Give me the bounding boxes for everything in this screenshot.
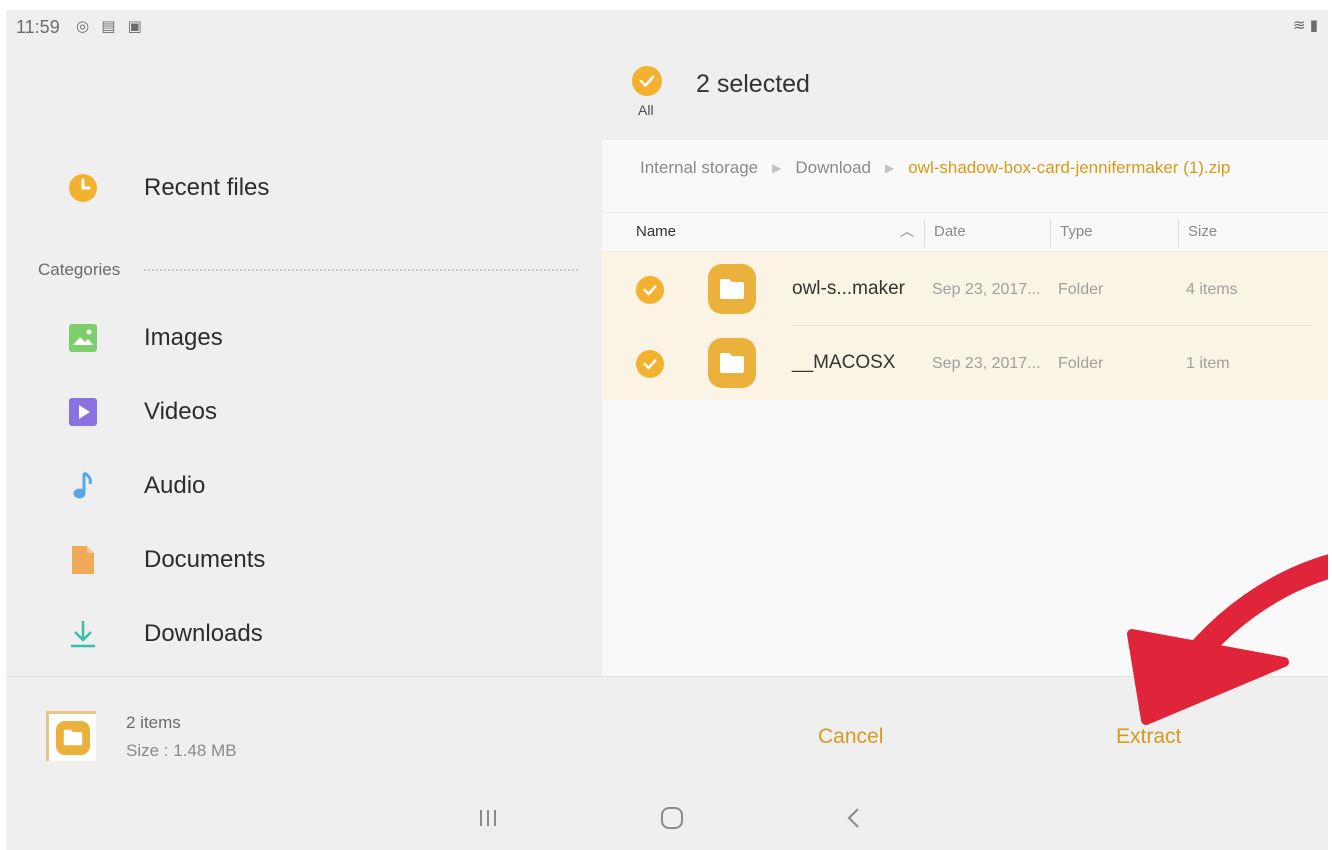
file-date: Sep 23, 2017... [932, 281, 1041, 298]
column-type[interactable]: Type [1060, 223, 1093, 240]
column-divider [924, 219, 925, 247]
file-size: 1 item [1186, 355, 1230, 372]
status-bar: 11:59 ◎ ▤ ▣ ≋ ▮ [6, 10, 1328, 46]
select-all-label: All [638, 102, 654, 118]
file-date: Sep 23, 2017... [932, 355, 1041, 372]
file-row[interactable]: owl-s...maker Sep 23, 2017... Folder 4 i… [602, 252, 1328, 326]
checkmark-icon [639, 75, 655, 87]
checkmark-icon [643, 285, 657, 296]
download-icon [68, 619, 98, 649]
selection-header: All 2 selected [602, 46, 1328, 140]
sidebar-item-audio[interactable]: Audio [6, 456, 602, 516]
categories-header: Categories [38, 258, 578, 282]
dotted-divider [144, 269, 578, 271]
document-icon [68, 545, 98, 575]
sidebar-item-downloads[interactable]: Downloads [6, 604, 602, 664]
sidebar-item-label: Downloads [144, 620, 263, 647]
breadcrumb-separator-icon: ▶ [884, 161, 895, 175]
breadcrumb: Internal storage ▶ Download ▶ owl-shadow… [640, 158, 1230, 178]
column-date[interactable]: Date [934, 223, 966, 240]
row-checkbox[interactable] [636, 276, 664, 304]
items-size: Size : 1.48 MB [126, 741, 237, 760]
folder-icon [708, 264, 756, 314]
status-time: 11:59 [16, 17, 60, 37]
back-icon[interactable] [834, 798, 874, 838]
sidebar-item-label: Videos [144, 398, 217, 425]
breadcrumb-item-internal-storage[interactable]: Internal storage [640, 158, 758, 178]
sidebar-item-documents[interactable]: Documents [6, 530, 602, 590]
checkmark-icon [643, 359, 657, 370]
music-note-icon [68, 471, 98, 501]
file-list-pane: Internal storage ▶ Download ▶ owl-shadow… [602, 140, 1328, 676]
column-divider [1050, 219, 1051, 247]
file-type: Folder [1058, 281, 1104, 298]
breadcrumb-item-current-zip: owl-shadow-box-card-jennifermaker (1).zi… [908, 158, 1231, 177]
sort-ascending-icon[interactable]: ︿ [900, 221, 914, 241]
sidebar-item-recent-files[interactable]: Recent files [6, 158, 602, 218]
sidebar-item-videos[interactable]: Videos [6, 382, 602, 442]
cancel-button[interactable]: Cancel [818, 725, 883, 749]
clock-icon [68, 173, 98, 203]
folder-icon [55, 720, 90, 755]
items-count: 2 items [126, 713, 181, 732]
column-size[interactable]: Size [1188, 223, 1217, 240]
row-checkbox[interactable] [636, 350, 664, 378]
folder-icon [708, 338, 756, 388]
select-all-checkbox[interactable] [632, 66, 662, 96]
recent-apps-icon[interactable] [468, 798, 508, 838]
selected-count-title: 2 selected [696, 70, 810, 98]
extract-action-bar: 2 items Size : 1.48 MB Cancel Extract [6, 676, 1328, 788]
file-name: __MACOSX [792, 352, 896, 373]
column-name[interactable]: Name [636, 223, 676, 240]
extract-button[interactable]: Extract [1116, 725, 1181, 749]
file-size: 4 items [1186, 281, 1238, 298]
zip-thumbnail [46, 711, 96, 761]
sidebar-item-label: Audio [144, 472, 206, 499]
sidebar-item-label: Images [144, 324, 223, 351]
wifi-battery-icons: ≋ ▮ [1293, 17, 1318, 34]
file-name: owl-s...maker [792, 278, 905, 299]
breadcrumb-separator-icon: ▶ [772, 161, 782, 175]
categories-label: Categories [38, 260, 121, 279]
sidebar-item-label: Documents [144, 546, 266, 573]
column-header: Name ︿ Date Type Size [602, 212, 1328, 252]
home-icon[interactable] [652, 798, 692, 838]
image-icon [68, 323, 98, 353]
breadcrumb-item-download[interactable]: Download [795, 158, 871, 178]
tablet-screen: 11:59 ◎ ▤ ▣ ≋ ▮ Recent files Categories … [6, 10, 1328, 850]
file-type: Folder [1058, 355, 1104, 372]
sidebar: Recent files Categories Images Videos Au… [6, 46, 602, 676]
sidebar-item-label: Recent files [144, 174, 270, 201]
notification-icons: ◎ ▤ ▣ [76, 18, 146, 35]
video-icon [68, 397, 98, 427]
file-row[interactable]: __MACOSX Sep 23, 2017... Folder 1 item [602, 326, 1328, 400]
column-divider [1178, 219, 1179, 247]
system-navigation-bar [6, 788, 1328, 850]
sidebar-item-images[interactable]: Images [6, 308, 602, 368]
